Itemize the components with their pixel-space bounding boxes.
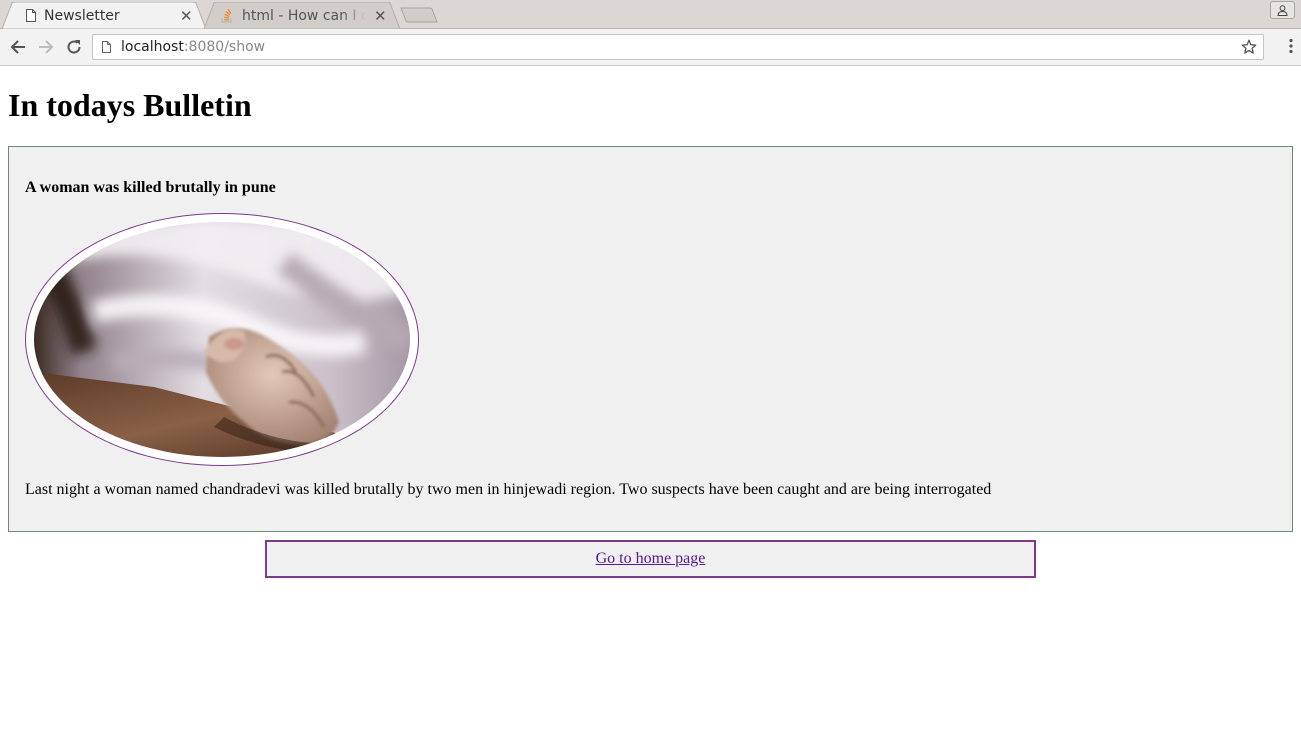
- profile-button[interactable]: [1270, 1, 1295, 19]
- url-path: :8080/show: [183, 39, 266, 55]
- home-link-container: Go to home page: [265, 540, 1036, 578]
- page-title: In todays Bulletin: [8, 87, 252, 123]
- reload-button[interactable]: [62, 36, 86, 58]
- tab-strip: Newsletter ✕ html - How can I dis: [0, 0, 1301, 29]
- tab-stackoverflow[interactable]: html - How can I dis ✕: [204, 2, 400, 29]
- article-card: A woman was killed brutally in pune Last…: [8, 146, 1293, 532]
- close-tab-icon[interactable]: ✕: [180, 7, 192, 25]
- forward-button[interactable]: [34, 36, 58, 58]
- kebab-menu-icon: [1289, 38, 1293, 54]
- browser-menu-button[interactable]: [1289, 38, 1293, 59]
- person-icon: [1277, 4, 1288, 16]
- tab-title: html - How can I dis: [242, 7, 366, 24]
- tab-title: Newsletter: [44, 7, 120, 24]
- address-bar[interactable]: localhost:8080/show: [92, 34, 1264, 60]
- home-page-link[interactable]: Go to home page: [596, 550, 706, 568]
- stackoverflow-icon: [220, 8, 234, 23]
- reload-icon: [66, 39, 82, 55]
- article-image: [34, 222, 410, 457]
- new-tab-button[interactable]: [400, 7, 438, 28]
- browser-toolbar: localhost:8080/show: [0, 29, 1301, 66]
- arrow-right-icon: [38, 39, 54, 55]
- article-headline: A woman was killed brutally in pune: [25, 179, 276, 196]
- url-text: localhost:8080/show: [121, 39, 265, 55]
- page-icon: [26, 9, 36, 22]
- article-image-frame: [25, 213, 419, 466]
- close-tab-icon[interactable]: ✕: [374, 7, 386, 25]
- bookmark-star-icon[interactable]: [1241, 39, 1257, 59]
- article-body: Last night a woman named chandradevi was…: [25, 481, 992, 498]
- back-button[interactable]: [6, 36, 30, 58]
- page-icon: [102, 41, 111, 57]
- tab-newsletter[interactable]: Newsletter ✕: [2, 2, 206, 29]
- url-host: localhost: [121, 39, 184, 55]
- arrow-left-icon: [10, 39, 26, 55]
